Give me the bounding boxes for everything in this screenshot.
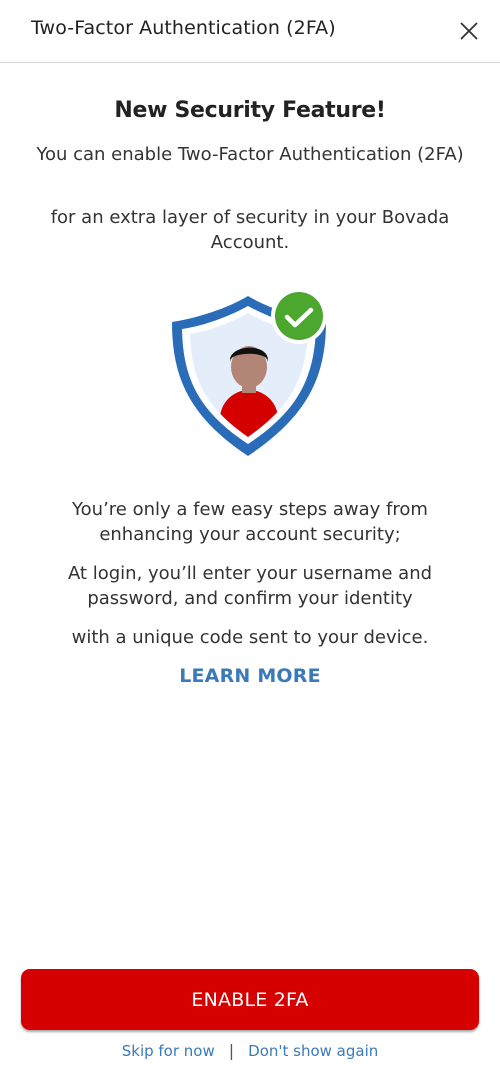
steps-text: You’re only a few easy steps away from e… (72, 499, 428, 545)
footer-links: Skip for now | Don't show again (0, 1041, 500, 1060)
modal-title: Two-Factor Authentication (2FA) (31, 17, 336, 39)
code-text: with a unique code sent to your device. (71, 627, 429, 648)
learn-more-link[interactable]: LEARN MORE (0, 665, 500, 687)
enable-2fa-button[interactable]: ENABLE 2FA (21, 969, 479, 1030)
login-text: At login, you’ll enter your username and… (67, 563, 433, 609)
intro-text-continued: for an extra layer of security in your B… (50, 207, 450, 253)
link-separator: | (228, 1041, 235, 1060)
feature-heading: New Security Feature! (114, 98, 386, 123)
shield-user-check-illustration (172, 288, 327, 456)
close-button[interactable] (452, 14, 486, 48)
intro-text: You can enable Two-Factor Authentication… (36, 144, 464, 165)
skip-for-now-link[interactable]: Skip for now (122, 1042, 215, 1060)
modal-header: Two-Factor Authentication (2FA) (0, 0, 500, 63)
close-icon (460, 22, 478, 40)
dont-show-again-link[interactable]: Don't show again (248, 1042, 378, 1060)
